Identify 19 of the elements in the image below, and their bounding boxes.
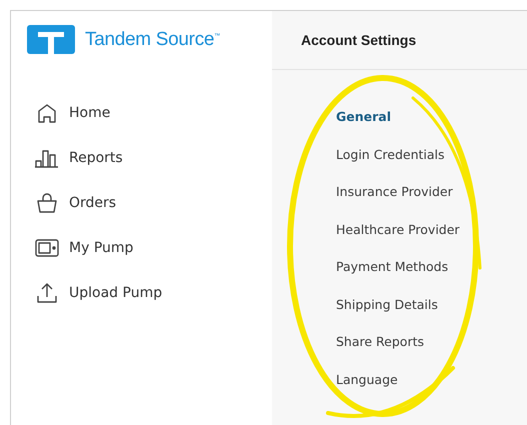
settings-menu-item[interactable]: Healthcare Provider (336, 222, 527, 238)
logo-icon (27, 25, 75, 54)
settings-menu-item[interactable]: Insurance Provider (336, 184, 527, 201)
nav-item[interactable]: My Pump (35, 237, 272, 258)
upload-icon (35, 282, 59, 304)
pump-device-icon (35, 236, 59, 258)
settings-menu-item[interactable]: General (336, 109, 527, 126)
settings-menu-item[interactable]: Login Credentials (336, 146, 527, 164)
nav-item[interactable]: Home (35, 102, 272, 123)
settings-menu-item[interactable]: Shipping Details (336, 296, 527, 314)
nav-item[interactable]: Reports (35, 147, 272, 168)
settings-menu-item[interactable]: Language (336, 372, 527, 388)
basket-icon (35, 192, 59, 214)
section-title: Account Settings (301, 32, 416, 48)
settings-menu-item[interactable]: Payment Methods (336, 259, 527, 276)
brand-name: Tandem Source$^{™}$ (85, 28, 220, 50)
settings-menu-item[interactable]: Share Reports (336, 334, 527, 351)
nav-item[interactable]: Upload Pump (35, 282, 272, 303)
nav-item[interactable]: Orders (35, 192, 272, 213)
